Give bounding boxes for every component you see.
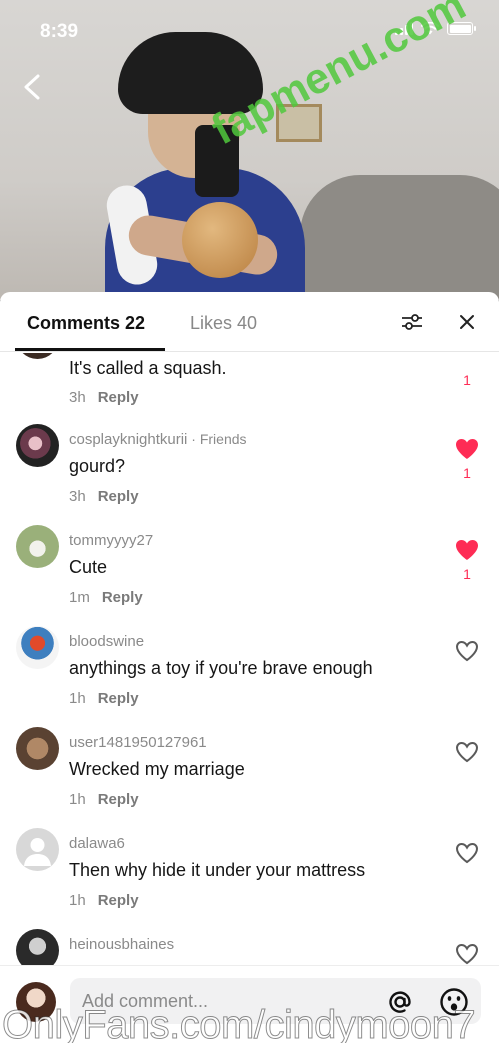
reply-button[interactable]: Reply — [98, 488, 139, 505]
headboard — [300, 175, 499, 300]
comment-time: 3h — [69, 389, 86, 406]
comment-text: Then why hide it under your mattress — [69, 860, 366, 880]
comment-item: dalawa6 Then why hide it under your matt… — [0, 815, 499, 915]
comment-time: 1h — [69, 690, 86, 707]
avatar[interactable] — [16, 424, 59, 467]
comment-meta: 3h Reply — [69, 389, 139, 406]
bottom-watermark: OnlyFans.com/cindymoon7 — [1, 1003, 476, 1043]
comment-time: 3h — [69, 488, 86, 505]
reply-button[interactable]: Reply — [98, 389, 139, 406]
person-silhouette-icon — [24, 838, 51, 866]
filter-sliders-icon[interactable] — [401, 312, 423, 332]
avatar[interactable] — [16, 727, 59, 770]
comment-item: It's called a squash. 3h Reply 1 — [0, 353, 499, 409]
comments-sheet: Comments 22 Likes 40 It's called a squas… — [0, 292, 499, 1043]
comment-time: 1h — [69, 791, 86, 808]
comment-meta: 3h Reply — [69, 488, 139, 505]
comment-username[interactable]: bloodswine — [69, 633, 144, 650]
active-tab-indicator — [15, 348, 165, 351]
comment-item: tommyyyy27 Cute 1m Reply 1 — [0, 512, 499, 612]
reply-button[interactable]: Reply — [98, 892, 139, 909]
comment-meta: 1h Reply — [69, 892, 139, 909]
comment-item: bloodswine anythings a toy if you're bra… — [0, 613, 499, 713]
comment-username[interactable]: user1481950127961 — [69, 734, 207, 751]
like-count: 1 — [463, 372, 471, 388]
heart-outline-icon[interactable] — [454, 841, 480, 865]
comment-meta: 1h Reply — [69, 791, 139, 808]
comment-username[interactable]: heinousbhaines — [69, 936, 174, 953]
comment-time: 1h — [69, 892, 86, 909]
comment-item: cosplayknightkurii · Friends gourd? 3h Re… — [0, 411, 499, 511]
reply-button[interactable]: Reply — [98, 690, 139, 707]
comment-text: Cute — [69, 557, 108, 577]
like-count: 1 — [463, 465, 471, 481]
like-count: 1 — [463, 566, 471, 582]
comment-meta: 1h Reply — [69, 690, 139, 707]
avatar[interactable] — [16, 525, 59, 568]
reply-button[interactable]: Reply — [102, 589, 143, 606]
default-avatar[interactable] — [16, 828, 59, 871]
close-icon[interactable] — [457, 312, 477, 332]
comment-meta: 1m Reply — [69, 589, 143, 606]
comment-item: user1481950127961 Wrecked my marriage 1h… — [0, 714, 499, 814]
back-chevron-icon[interactable] — [18, 72, 48, 102]
avatar[interactable] — [16, 626, 59, 669]
heart-filled-icon[interactable] — [454, 437, 480, 461]
comment-username[interactable]: cosplayknightkurii · Friends — [69, 431, 247, 448]
tab-likes[interactable]: Likes 40 — [190, 313, 257, 334]
comment-list[interactable]: It's called a squash. 3h Reply 1 cosplayk… — [0, 353, 499, 965]
friends-tag: · Friends — [187, 431, 247, 447]
comment-username[interactable]: dalawa6 — [69, 835, 125, 852]
tab-comments[interactable]: Comments 22 — [27, 313, 145, 334]
comment-text: gourd? — [69, 456, 126, 476]
heart-filled-icon[interactable] — [454, 538, 480, 562]
avatar[interactable] — [16, 353, 59, 359]
gourd — [182, 202, 258, 278]
heart-outline-icon[interactable] — [454, 639, 480, 663]
comment-item: heinousbhaines — [0, 916, 499, 965]
heart-outline-icon[interactable] — [454, 942, 480, 965]
reply-button[interactable]: Reply — [98, 791, 139, 808]
comment-text: It's called a squash. — [69, 358, 227, 378]
heart-outline-icon[interactable] — [454, 740, 480, 764]
status-time: 8:39 — [40, 21, 79, 42]
comment-time: 1m — [69, 589, 90, 606]
comment-text: anythings a toy if you're brave enough — [69, 658, 373, 678]
avatar[interactable] — [16, 929, 59, 965]
sheet-tabs: Comments 22 Likes 40 — [0, 292, 499, 352]
comment-username[interactable]: tommyyyy27 — [69, 532, 153, 549]
comment-text: Wrecked my marriage — [69, 759, 245, 779]
